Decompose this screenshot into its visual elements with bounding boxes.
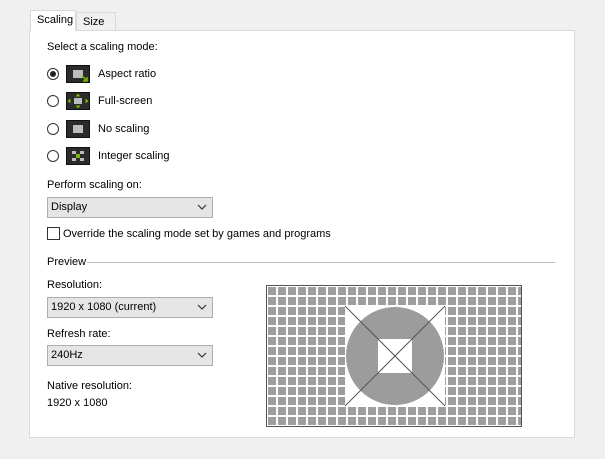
refresh-rate-dropdown[interactable]: 240Hz <box>47 345 213 366</box>
chevron-down-icon <box>197 204 207 210</box>
aspect-ratio-icon <box>66 65 90 83</box>
radio-button[interactable] <box>47 123 59 135</box>
integer-scaling-icon <box>66 147 90 165</box>
chevron-down-icon <box>197 352 207 358</box>
radio-button[interactable] <box>47 95 59 107</box>
scaling-mode-heading: Select a scaling mode: <box>47 41 158 53</box>
chevron-down-icon <box>197 304 207 310</box>
radio-button[interactable] <box>47 68 59 80</box>
perform-scaling-label: Perform scaling on: <box>47 179 142 191</box>
radio-label: Full-screen <box>98 95 153 107</box>
preview-heading: Preview <box>47 256 87 268</box>
preview-divider <box>87 262 555 263</box>
full-screen-icon <box>66 92 90 110</box>
perform-scaling-dropdown[interactable]: Display <box>47 197 213 218</box>
radio-label: Aspect ratio <box>98 68 157 80</box>
tab-size[interactable]: Size <box>76 12 116 30</box>
dropdown-value: 1920 x 1080 (current) <box>51 301 157 313</box>
resolution-dropdown[interactable]: 1920 x 1080 (current) <box>47 297 213 318</box>
scaling-preview <box>266 285 522 427</box>
radio-label: No scaling <box>98 123 150 135</box>
scaled-image <box>344 305 446 407</box>
override-checkbox[interactable] <box>47 227 60 240</box>
dropdown-value: Display <box>51 201 88 213</box>
native-resolution-value: 1920 x 1080 <box>47 397 108 409</box>
refresh-rate-label: Refresh rate: <box>47 328 111 340</box>
resolution-label: Resolution: <box>47 279 103 291</box>
native-resolution-label: Native resolution: <box>47 380 132 392</box>
preview-graphic <box>267 286 521 426</box>
radio-button[interactable] <box>47 150 59 162</box>
dropdown-value: 240Hz <box>51 349 83 361</box>
no-scaling-icon <box>66 120 90 138</box>
tab-scaling[interactable]: Scaling <box>30 10 76 31</box>
scaling-panel: Select a scaling mode: Aspect ratio Full… <box>29 30 575 438</box>
radio-label: Integer scaling <box>98 150 170 162</box>
override-label[interactable]: Override the scaling mode set by games a… <box>63 228 331 240</box>
